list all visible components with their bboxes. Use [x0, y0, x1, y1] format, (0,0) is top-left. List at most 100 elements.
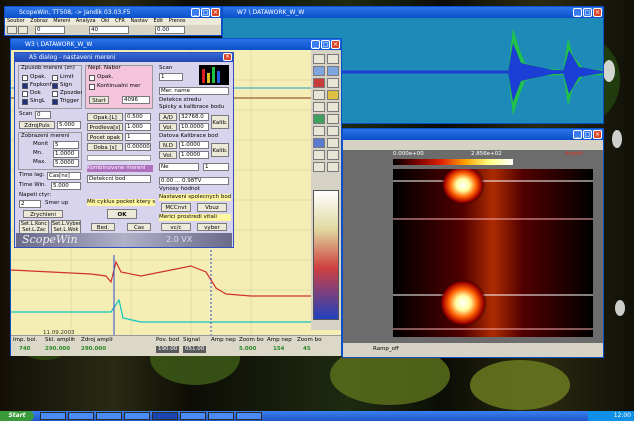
task-button[interactable]: [236, 412, 262, 420]
tool-button[interactable]: [327, 126, 339, 136]
close-icon[interactable]: ×: [223, 53, 232, 61]
row-field[interactable]: 5.0000: [53, 159, 79, 167]
menu-item[interactable]: Nastav: [130, 18, 147, 24]
direction-select[interactable]: 2: [19, 200, 41, 208]
task-button[interactable]: [180, 412, 206, 420]
ad-button[interactable]: A/D: [159, 113, 177, 121]
start-field[interactable]: 4096: [122, 96, 150, 104]
option-checkbox[interactable]: [22, 91, 28, 97]
toolbar-field[interactable]: 0.00: [155, 26, 185, 34]
count-field[interactable]: 1: [125, 133, 151, 141]
option-checkbox[interactable]: [52, 91, 58, 97]
ok-button[interactable]: OK: [107, 209, 137, 219]
task-button[interactable]: [152, 412, 178, 420]
no-select[interactable]: Ne: [159, 163, 199, 171]
task-button[interactable]: [96, 412, 122, 420]
tool-button[interactable]: [313, 54, 325, 64]
tool-button[interactable]: [313, 114, 325, 124]
tool-button[interactable]: [313, 66, 325, 76]
no-value-field[interactable]: 1: [203, 163, 229, 171]
save-button-2[interactable]: Set.L.Vyber Set.L.Wok: [51, 220, 81, 234]
tool-button[interactable]: [327, 138, 339, 148]
slider-track[interactable]: [87, 155, 151, 161]
maximize-icon[interactable]: □: [583, 130, 592, 139]
vol-button[interactable]: Vol.: [159, 123, 177, 131]
close-icon[interactable]: ×: [211, 8, 220, 17]
tool-button[interactable]: [327, 162, 339, 172]
task-button[interactable]: [124, 412, 150, 420]
minimize-icon[interactable]: _: [573, 130, 582, 139]
accelerate-button[interactable]: Zrychleni: [23, 210, 63, 218]
kalib-button[interactable]: Kalib.: [211, 115, 229, 129]
mccnvt-button[interactable]: MCCnvt: [161, 203, 191, 212]
delay-button[interactable]: Prodleva[s]: [87, 123, 123, 131]
toolbar-button[interactable]: [18, 26, 28, 34]
delay-field[interactable]: 1.000: [125, 123, 151, 131]
count-button[interactable]: Pocet opak: [87, 133, 123, 141]
row-field[interactable]: 1.0000: [53, 150, 79, 158]
tool-button[interactable]: [313, 102, 325, 112]
tool-button[interactable]: [327, 114, 339, 124]
scan-field[interactable]: 0: [35, 111, 51, 119]
minimize-icon[interactable]: _: [311, 40, 320, 49]
save-button-1[interactable]: Set.L.Konc Set.L.Zac: [19, 220, 49, 234]
cancel-button[interactable]: Cas: [127, 223, 151, 231]
tool-button[interactable]: [313, 126, 325, 136]
tool-button[interactable]: [313, 90, 325, 100]
vyber-button[interactable]: vyber: [197, 223, 227, 231]
nd-field[interactable]: 1.0000: [179, 141, 209, 149]
tool-button[interactable]: [313, 78, 325, 88]
menu-item[interactable]: Prenos: [169, 18, 186, 24]
tool-button[interactable]: [313, 162, 325, 172]
option-checkbox[interactable]: [89, 75, 95, 81]
menu-item[interactable]: Zobraz: [30, 18, 47, 24]
toolbar-field[interactable]: 0: [35, 26, 65, 34]
task-button[interactable]: [40, 412, 66, 420]
maximize-icon[interactable]: □: [321, 40, 330, 49]
scan-select-right[interactable]: 1: [159, 73, 183, 81]
measurement-name-field[interactable]: Mer. name: [159, 87, 229, 95]
maximize-icon[interactable]: □: [583, 8, 592, 17]
tool-button[interactable]: [327, 66, 339, 76]
vol2-field[interactable]: 1.0000: [179, 151, 209, 159]
option-checkbox[interactable]: [52, 99, 58, 105]
tool-button[interactable]: [313, 138, 325, 148]
option-checkbox[interactable]: [89, 84, 95, 90]
tool-button[interactable]: [327, 78, 339, 88]
vol-field[interactable]: 10.0000: [179, 123, 209, 131]
row-field[interactable]: 5: [53, 141, 79, 149]
vol2-button[interactable]: Vol.: [159, 151, 177, 159]
tool-button[interactable]: [327, 54, 339, 64]
menu-item[interactable]: Okl: [101, 18, 109, 24]
vbuz-button[interactable]: Vbuz: [197, 203, 227, 212]
duration-button[interactable]: Doba [s]: [87, 143, 123, 151]
menu-item[interactable]: Analyza: [76, 18, 96, 24]
option-checkbox[interactable]: [52, 75, 58, 81]
repeat-button[interactable]: Opak.[L]: [87, 113, 123, 121]
tool-button[interactable]: [327, 150, 339, 160]
start-button[interactable]: Start: [89, 96, 109, 104]
minimize-icon[interactable]: _: [191, 8, 200, 17]
task-button[interactable]: [68, 412, 94, 420]
close-icon[interactable]: ×: [593, 8, 602, 17]
repeat-field[interactable]: 0.500: [125, 113, 151, 121]
option-checkbox[interactable]: [22, 83, 28, 89]
ad-field[interactable]: 32768.0: [179, 113, 209, 121]
nd-button[interactable]: N.D: [159, 141, 177, 149]
maximize-icon[interactable]: □: [201, 8, 210, 17]
start-button[interactable]: Start: [0, 411, 34, 421]
vc-button[interactable]: vc/c: [161, 223, 191, 231]
toolbar-field[interactable]: 40: [89, 26, 129, 34]
tool-button[interactable]: [313, 150, 325, 160]
time-window-field[interactable]: 5.000: [51, 182, 81, 190]
close-icon[interactable]: ×: [593, 130, 602, 139]
option-checkbox[interactable]: [22, 75, 28, 81]
option-checkbox[interactable]: [22, 99, 28, 105]
duration-field[interactable]: 0.000000: [125, 143, 151, 151]
zdroj-field[interactable]: 5.000: [57, 121, 81, 129]
menu-item[interactable]: Soubor: [7, 18, 25, 24]
color-palette[interactable]: [313, 190, 339, 320]
kalib2-button[interactable]: Kalib.: [211, 143, 229, 157]
menu-item[interactable]: Mereni: [53, 18, 70, 24]
option-checkbox[interactable]: [52, 83, 58, 89]
